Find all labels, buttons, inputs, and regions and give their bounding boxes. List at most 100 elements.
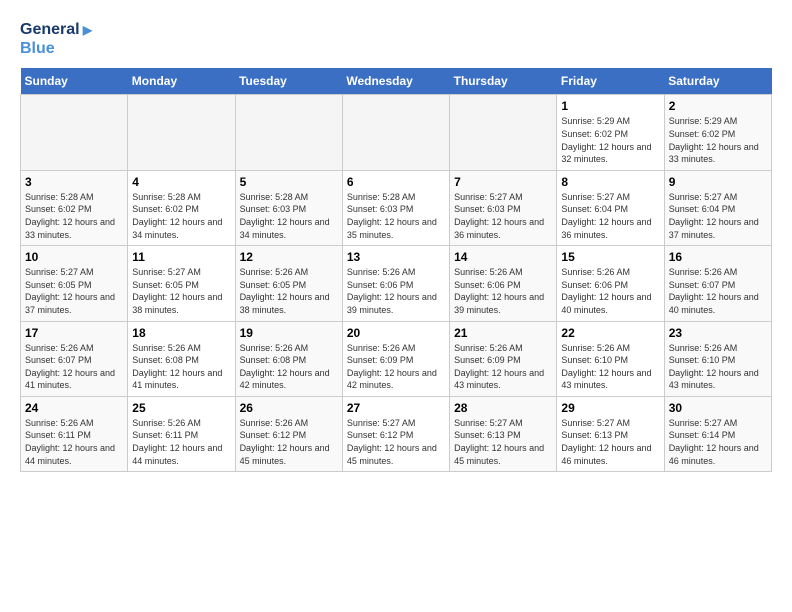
- calendar-cell: 7Sunrise: 5:27 AM Sunset: 6:03 PM Daylig…: [450, 170, 557, 245]
- day-number: 30: [669, 401, 767, 415]
- day-info: Sunrise: 5:27 AM Sunset: 6:13 PM Dayligh…: [561, 417, 659, 467]
- calendar-cell: 12Sunrise: 5:26 AM Sunset: 6:05 PM Dayli…: [235, 246, 342, 321]
- day-number: 4: [132, 175, 230, 189]
- calendar-cell: 9Sunrise: 5:27 AM Sunset: 6:04 PM Daylig…: [664, 170, 771, 245]
- day-number: 3: [25, 175, 123, 189]
- column-header-sunday: Sunday: [21, 68, 128, 95]
- calendar-cell: 8 Sunrise: 5:27 AM Sunset: 6:04 PM Daylig…: [557, 170, 664, 245]
- calendar-cell: 5 Sunrise: 5:28 AM Sunset: 6:03 PM Daylig…: [235, 170, 342, 245]
- day-info: Sunrise: 5:26 AM Sunset: 6:05 PM Dayligh…: [240, 266, 338, 316]
- calendar-cell: 19 Sunrise: 5:26 AM Sunset: 6:08 PM Dayli…: [235, 321, 342, 396]
- day-info: Sunrise: 5:26 AM Sunset: 6:06 PM Dayligh…: [347, 266, 445, 316]
- day-number: 5: [240, 175, 338, 189]
- day-number: 26: [240, 401, 338, 415]
- calendar-cell: 17 Sunrise: 5:26 AM Sunset: 6:07 PM Dayli…: [21, 321, 128, 396]
- calendar-cell: 25Sunrise: 5:26 AM Sunset: 6:11 PM Dayli…: [128, 396, 235, 471]
- calendar-cell: 18 Sunrise: 5:26 AM Sunset: 6:08 PM Dayli…: [128, 321, 235, 396]
- day-info: Sunrise: 5:26 AM Sunset: 6:10 PM Dayligh…: [561, 342, 659, 392]
- day-info: Sunrise: 5:26 AM Sunset: 6:06 PM Dayligh…: [454, 266, 552, 316]
- calendar-cell: 23 Sunrise: 5:26 AM Sunset: 6:10 PM Dayli…: [664, 321, 771, 396]
- day-number: 2: [669, 99, 767, 113]
- day-number: 20: [347, 326, 445, 340]
- day-info: Sunrise: 5:27 AM Sunset: 6:13 PM Dayligh…: [454, 417, 552, 467]
- calendar-cell: 24 Sunrise: 5:26 AM Sunset: 6:11 PM Dayli…: [21, 396, 128, 471]
- calendar-cell: [342, 95, 449, 170]
- day-info: Sunrise: 5:26 AM Sunset: 6:08 PM Dayligh…: [132, 342, 230, 392]
- calendar-table: SundayMondayTuesdayWednesdayThursdayFrid…: [20, 68, 772, 472]
- column-header-wednesday: Wednesday: [342, 68, 449, 95]
- day-info: Sunrise: 5:27 AM Sunset: 6:12 PM Dayligh…: [347, 417, 445, 467]
- calendar-cell: 15Sunrise: 5:26 AM Sunset: 6:06 PM Dayli…: [557, 246, 664, 321]
- day-info: Sunrise: 5:26 AM Sunset: 6:12 PM Dayligh…: [240, 417, 338, 467]
- calendar-cell: 21 Sunrise: 5:26 AM Sunset: 6:09 PM Dayli…: [450, 321, 557, 396]
- day-number: 27: [347, 401, 445, 415]
- day-info: Sunrise: 5:29 AM Sunset: 6:02 PM Dayligh…: [561, 115, 659, 165]
- day-number: 28: [454, 401, 552, 415]
- day-info: Sunrise: 5:26 AM Sunset: 6:10 PM Dayligh…: [669, 342, 767, 392]
- calendar-cell: 20 Sunrise: 5:26 AM Sunset: 6:09 PM Dayli…: [342, 321, 449, 396]
- calendar-cell: 10Sunrise: 5:27 AM Sunset: 6:05 PM Dayli…: [21, 246, 128, 321]
- column-header-thursday: Thursday: [450, 68, 557, 95]
- day-info: Sunrise: 5:26 AM Sunset: 6:07 PM Dayligh…: [669, 266, 767, 316]
- calendar-cell: 22Sunrise: 5:26 AM Sunset: 6:10 PM Dayli…: [557, 321, 664, 396]
- day-number: 16: [669, 250, 767, 264]
- day-info: Sunrise: 5:26 AM Sunset: 6:11 PM Dayligh…: [132, 417, 230, 467]
- calendar-cell: 14Sunrise: 5:26 AM Sunset: 6:06 PM Dayli…: [450, 246, 557, 321]
- day-info: Sunrise: 5:27 AM Sunset: 6:05 PM Dayligh…: [132, 266, 230, 316]
- day-info: Sunrise: 5:28 AM Sunset: 6:02 PM Dayligh…: [132, 191, 230, 241]
- week-row: 10 Sunrise: 5:27 AM Sunset: 6:05 PM Dayli…: [21, 246, 772, 321]
- logo: General ▶Blue: [20, 20, 92, 58]
- day-info: Sunrise: 5:27 AM Sunset: 6:04 PM Dayligh…: [561, 191, 659, 241]
- day-number: 18: [132, 326, 230, 340]
- week-row: 17 Sunrise: 5:26 AM Sunset: 6:07 PM Dayli…: [21, 321, 772, 396]
- day-info: Sunrise: 5:26 AM Sunset: 6:07 PM Dayligh…: [25, 342, 123, 392]
- column-header-friday: Friday: [557, 68, 664, 95]
- calendar-cell: [21, 95, 128, 170]
- day-number: 19: [240, 326, 338, 340]
- day-number: 23: [669, 326, 767, 340]
- day-number: 8: [561, 175, 659, 189]
- column-header-saturday: Saturday: [664, 68, 771, 95]
- calendar-cell: 6 Sunrise: 5:28 AM Sunset: 6:03 PM Daylig…: [342, 170, 449, 245]
- week-row: 3 Sunrise: 5:28 AM Sunset: 6:02 PM Daylig…: [21, 170, 772, 245]
- calendar-cell: 3 Sunrise: 5:28 AM Sunset: 6:02 PM Daylig…: [21, 170, 128, 245]
- header-row: SundayMondayTuesdayWednesdayThursdayFrid…: [21, 68, 772, 95]
- day-info: Sunrise: 5:28 AM Sunset: 6:03 PM Dayligh…: [347, 191, 445, 241]
- day-number: 7: [454, 175, 552, 189]
- day-info: Sunrise: 5:26 AM Sunset: 6:09 PM Dayligh…: [347, 342, 445, 392]
- day-number: 13: [347, 250, 445, 264]
- week-row: 24 Sunrise: 5:26 AM Sunset: 6:11 PM Dayli…: [21, 396, 772, 471]
- calendar-cell: 27 Sunrise: 5:27 AM Sunset: 6:12 PM Dayli…: [342, 396, 449, 471]
- day-number: 1: [561, 99, 659, 113]
- day-info: Sunrise: 5:29 AM Sunset: 6:02 PM Dayligh…: [669, 115, 767, 165]
- day-info: Sunrise: 5:26 AM Sunset: 6:06 PM Dayligh…: [561, 266, 659, 316]
- day-info: Sunrise: 5:26 AM Sunset: 6:08 PM Dayligh…: [240, 342, 338, 392]
- column-header-tuesday: Tuesday: [235, 68, 342, 95]
- day-info: Sunrise: 5:28 AM Sunset: 6:03 PM Dayligh…: [240, 191, 338, 241]
- calendar-cell: 30 Sunrise: 5:27 AM Sunset: 6:14 PM Dayli…: [664, 396, 771, 471]
- day-number: 10: [25, 250, 123, 264]
- calendar-cell: 4 Sunrise: 5:28 AM Sunset: 6:02 PM Daylig…: [128, 170, 235, 245]
- calendar-cell: [450, 95, 557, 170]
- calendar-cell: 13 Sunrise: 5:26 AM Sunset: 6:06 PM Dayli…: [342, 246, 449, 321]
- logo-text: General ▶Blue: [20, 20, 92, 58]
- day-info: Sunrise: 5:26 AM Sunset: 6:11 PM Dayligh…: [25, 417, 123, 467]
- day-info: Sunrise: 5:28 AM Sunset: 6:02 PM Dayligh…: [25, 191, 123, 241]
- header: General ▶Blue: [20, 20, 772, 58]
- calendar-cell: 16 Sunrise: 5:26 AM Sunset: 6:07 PM Dayli…: [664, 246, 771, 321]
- day-info: Sunrise: 5:27 AM Sunset: 6:14 PM Dayligh…: [669, 417, 767, 467]
- calendar-cell: 11 Sunrise: 5:27 AM Sunset: 6:05 PM Dayli…: [128, 246, 235, 321]
- calendar-cell: 26 Sunrise: 5:26 AM Sunset: 6:12 PM Dayli…: [235, 396, 342, 471]
- day-number: 24: [25, 401, 123, 415]
- calendar-cell: [128, 95, 235, 170]
- calendar-cell: 2 Sunrise: 5:29 AM Sunset: 6:02 PM Daylig…: [664, 95, 771, 170]
- week-row: 1 Sunrise: 5:29 AM Sunset: 6:02 PM Daylig…: [21, 95, 772, 170]
- day-number: 6: [347, 175, 445, 189]
- day-number: 21: [454, 326, 552, 340]
- day-info: Sunrise: 5:26 AM Sunset: 6:09 PM Dayligh…: [454, 342, 552, 392]
- day-number: 11: [132, 250, 230, 264]
- day-number: 17: [25, 326, 123, 340]
- day-number: 29: [561, 401, 659, 415]
- calendar-cell: [235, 95, 342, 170]
- column-header-monday: Monday: [128, 68, 235, 95]
